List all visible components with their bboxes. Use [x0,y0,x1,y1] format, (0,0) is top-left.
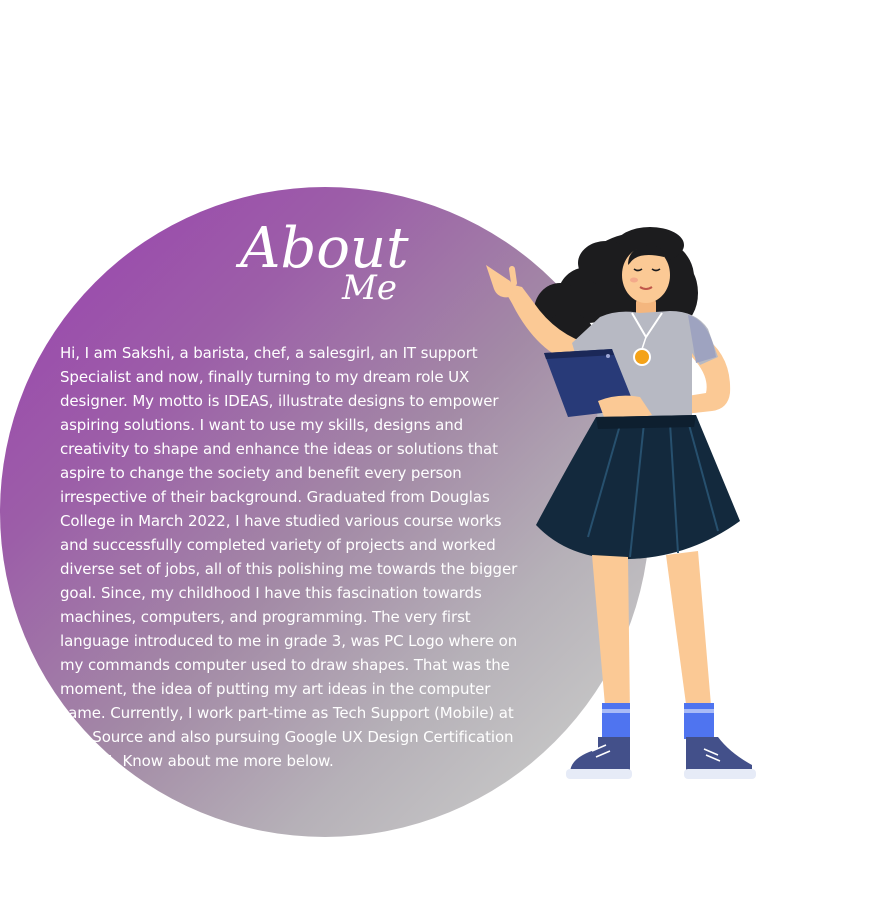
legs-shape [592,551,712,719]
sneakers-icon [566,737,756,779]
girl-pointing-illustration [480,225,770,790]
skirt-shape [536,415,740,560]
socks-shape [602,703,714,739]
me-heading-text: Me [341,268,397,308]
about-me-heading: About Me [235,205,409,308]
about-bio-paragraph: Hi, I am Sakshi, a barista, chef, a sale… [60,344,518,770]
